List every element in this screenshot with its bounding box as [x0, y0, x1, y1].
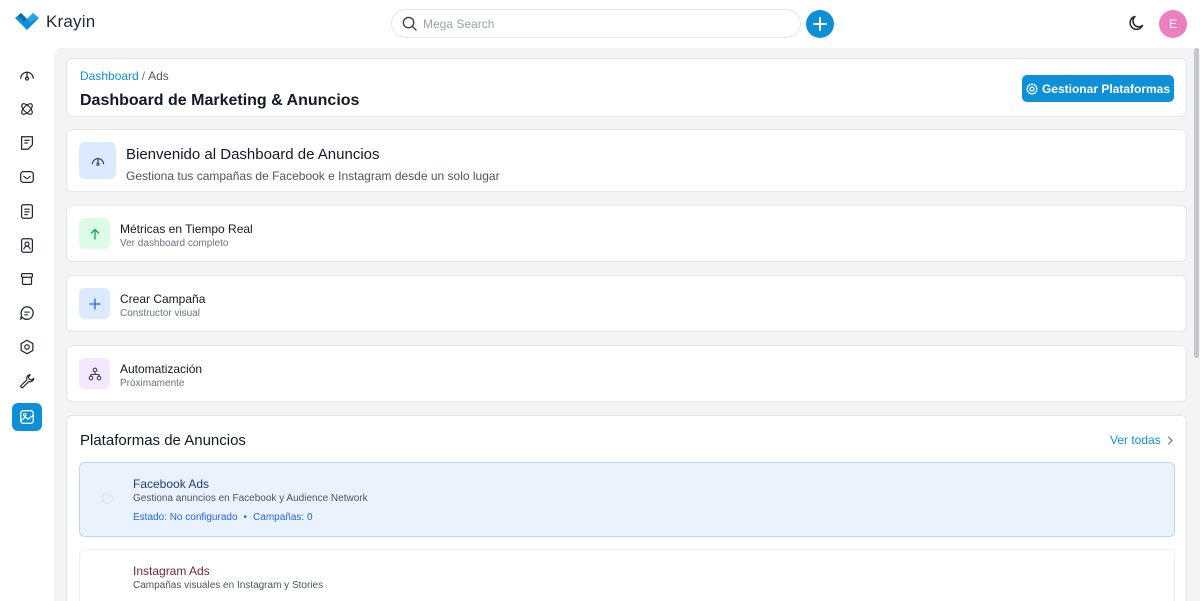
- moon-icon: [1129, 15, 1144, 31]
- wrench-icon: [20, 374, 35, 389]
- feature-subtitle: Ver dashboard completo: [120, 238, 229, 249]
- platform-status: Estado: No configurado: [133, 512, 238, 523]
- welcome-title: Bienvenido al Dashboard de Anuncios: [126, 146, 380, 163]
- sidebar-item-mail[interactable]: [12, 163, 42, 191]
- arrow-up-icon: [90, 228, 99, 240]
- feature-title: Crear Campaña: [120, 292, 206, 306]
- main-content: Dashboard / Ads Dashboard de Marketing & A…: [54, 48, 1192, 601]
- feature-subtitle: Próximamente: [120, 378, 185, 389]
- platform-description: Gestiona anuncios en Facebook y Audience…: [133, 493, 368, 504]
- platform-card-facebook[interactable]: Facebook Ads Gestiona anuncios en Facebo…: [79, 462, 1175, 537]
- contacts-icon: [20, 238, 34, 253]
- automation-icon-box: [79, 358, 110, 389]
- plus-icon: [88, 297, 101, 310]
- manage-platforms-label: Gestionar Plataformas: [1041, 81, 1171, 96]
- target-icon: [1026, 83, 1038, 94]
- feature-card-metrics[interactable]: Métricas en Tiempo Real Ver dashboard co…: [66, 205, 1187, 262]
- page-title: Dashboard de Marketing & Anuncios: [80, 92, 360, 109]
- ad-platforms-section: Plataformas de Anuncios Ver todas Facebo…: [66, 415, 1187, 601]
- app-logo[interactable]: Krayin: [14, 12, 95, 32]
- see-all-label: Ver todas: [1110, 433, 1161, 447]
- platform-card-instagram[interactable]: Instagram Ads Campañas visuales en Insta…: [79, 549, 1175, 601]
- mega-search-box[interactable]: [391, 9, 801, 38]
- breadcrumb-dashboard-link[interactable]: Dashboard: [80, 69, 139, 83]
- feature-subtitle: Constructor visual: [120, 308, 201, 319]
- sidebar-item-dashboard[interactable]: [12, 61, 42, 89]
- platform-name: Instagram Ads: [133, 564, 210, 578]
- ads-icon: [20, 410, 34, 424]
- platform-name: Facebook Ads: [133, 477, 210, 491]
- feature-card-automation[interactable]: Automatización Próximamente: [66, 345, 1187, 402]
- chevron-right-icon: [1167, 435, 1173, 445]
- feature-title: Métricas en Tiempo Real: [120, 222, 253, 236]
- sidebar-item-products[interactable]: [12, 265, 42, 293]
- page-header-card: Dashboard / Ads Dashboard de Marketing & A…: [66, 58, 1187, 117]
- welcome-card: Bienvenido al Dashboard de Anuncios Gest…: [66, 129, 1187, 192]
- platform-campaign-count: Campañas: 0: [253, 512, 313, 523]
- activities-icon: [20, 204, 34, 219]
- sidebar-item-settings[interactable]: [12, 333, 42, 361]
- brand-name: Krayin: [46, 12, 96, 31]
- gauge-icon: [91, 157, 104, 166]
- sidebar-item-quotes[interactable]: [12, 129, 42, 157]
- welcome-icon-box: [79, 142, 116, 179]
- mail-icon: [20, 170, 34, 184]
- user-avatar[interactable]: E: [1159, 10, 1187, 38]
- feature-title: Automatización: [120, 362, 203, 376]
- sidebar-item-activities[interactable]: [12, 197, 42, 225]
- products-icon: [20, 272, 34, 286]
- sidebar-item-chat[interactable]: [12, 299, 42, 327]
- status-separator-dot: •: [243, 512, 248, 523]
- platform-status-line: Estado: No configurado • Campañas: 0: [133, 512, 313, 523]
- feature-card-create-campaign[interactable]: Crear Campaña Constructor visual: [66, 275, 1187, 332]
- quick-create-button[interactable]: [806, 10, 834, 38]
- platform-select-radio[interactable]: [102, 493, 113, 504]
- top-bar: Krayin E: [0, 0, 1200, 48]
- scrollbar-thumb[interactable]: [1194, 48, 1199, 358]
- krayin-logo-icon: [15, 13, 39, 30]
- welcome-subtitle: Gestiona tus campañas de Facebook e Inst…: [126, 169, 500, 183]
- see-all-link[interactable]: Ver todas: [1110, 433, 1174, 447]
- search-icon: [402, 16, 417, 31]
- leads-icon: [21, 103, 33, 115]
- settings-icon: [20, 339, 34, 355]
- chat-icon: [20, 306, 34, 320]
- plus-icon: [813, 17, 827, 31]
- breadcrumb-current: Ads: [148, 69, 169, 83]
- sidebar-item-contacts[interactable]: [12, 231, 42, 259]
- dashboard-icon: [20, 71, 34, 81]
- hierarchy-icon: [88, 367, 101, 380]
- manage-platforms-button[interactable]: Gestionar Plataformas: [1022, 75, 1174, 102]
- sidebar-item-leads[interactable]: [12, 95, 42, 123]
- sidebar: [0, 48, 54, 601]
- create-icon-box: [79, 288, 110, 319]
- sidebar-item-ads[interactable]: [12, 403, 42, 431]
- section-title: Plataformas de Anuncios: [80, 432, 246, 449]
- breadcrumb-separator: /: [141, 69, 146, 83]
- metrics-icon-box: [79, 218, 110, 249]
- breadcrumb: Dashboard / Ads: [80, 69, 169, 83]
- dark-mode-toggle[interactable]: [1127, 13, 1147, 38]
- platform-description: Campañas visuales en Instagram y Stories: [133, 580, 324, 591]
- mega-search-input[interactable]: [423, 16, 783, 31]
- sidebar-item-configuration[interactable]: [12, 367, 42, 395]
- quotes-icon: [20, 136, 34, 150]
